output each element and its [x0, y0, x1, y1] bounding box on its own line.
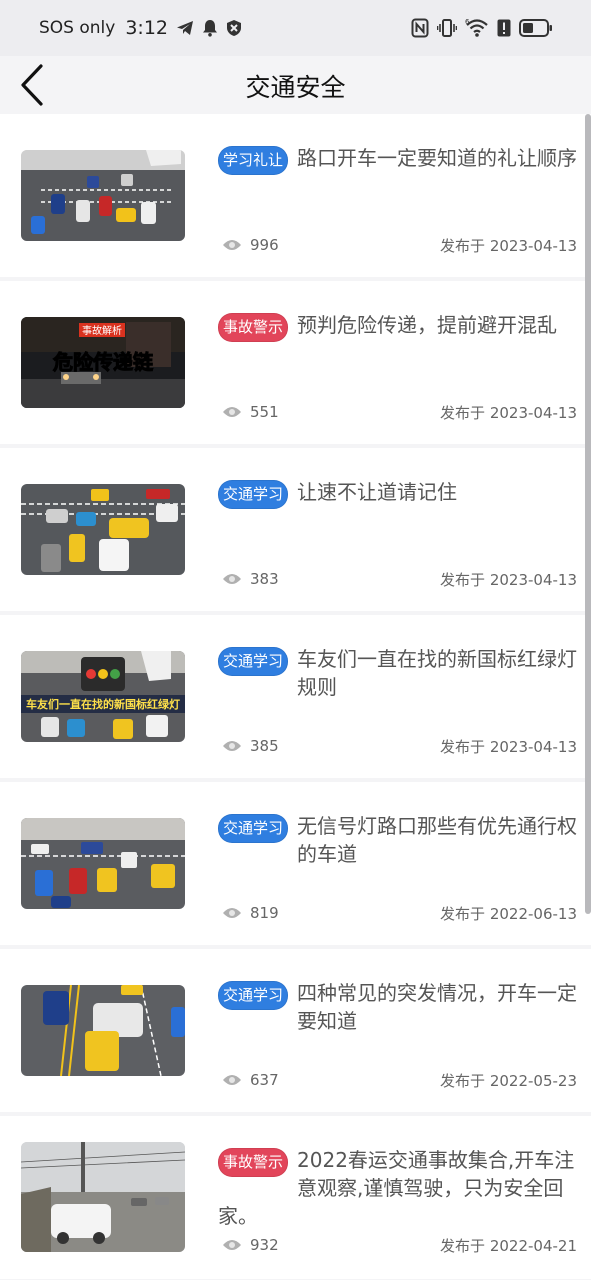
category-badge: 学习礼让	[218, 146, 289, 175]
article-thumbnail	[21, 1142, 185, 1252]
bell-icon	[202, 19, 218, 37]
telegram-icon	[176, 20, 194, 36]
category-badge: 交通学习	[218, 480, 289, 509]
category-badge: 交通学习	[218, 647, 289, 676]
category-badge: 交通学习	[218, 814, 289, 843]
eye-icon	[223, 1240, 241, 1250]
article-meta: 383 发布于 2023-04-13	[222, 567, 577, 591]
article-meta: 932 发布于 2022-04-21	[222, 1233, 577, 1257]
carrier-text: SOS only	[39, 18, 116, 38]
article-meta: 637 发布于 2022-05-23	[222, 1068, 577, 1092]
eye-icon	[223, 407, 241, 417]
publish-date: 发布于 2023-04-13	[440, 403, 577, 422]
thumb-caption-main: 车友们一直在找的新国标红绿灯	[26, 697, 180, 711]
article-card[interactable]: 学习礼让 路口开车一定要知道的礼让顺序 996 发布于 2023-04-13	[0, 114, 591, 277]
publish-date: 发布于 2023-04-13	[440, 737, 577, 756]
view-count: 996	[250, 236, 279, 254]
page-title: 交通安全	[245, 73, 346, 102]
view-count: 932	[250, 1236, 279, 1254]
view-count: 385	[250, 737, 279, 755]
view-count: 551	[250, 403, 279, 421]
category-badge: 事故警示	[218, 313, 289, 342]
article-meta: 551 发布于 2023-04-13	[222, 400, 577, 424]
svg-text:6: 6	[465, 18, 470, 26]
shield-icon	[226, 19, 242, 37]
article-thumbnail	[21, 985, 185, 1076]
publish-date: 发布于 2022-04-21	[440, 1236, 577, 1255]
nav-bar: 交通安全	[0, 56, 591, 114]
article-card[interactable]: 交通学习 四种常见的突发情况，开车一定要知道 637 发布于 2022-05-2…	[0, 949, 591, 1112]
article-card[interactable]: 交通学习 让速不让道请记住 383 发布于 2023-04-13	[0, 448, 591, 611]
eye-icon	[223, 240, 241, 250]
publish-date: 发布于 2022-06-13	[440, 904, 577, 923]
status-bar: SOS only 3:12 6	[0, 0, 591, 56]
alert-icon	[497, 19, 511, 37]
view-count: 819	[250, 904, 279, 922]
eye-icon	[223, 741, 241, 751]
view-count: 383	[250, 570, 279, 588]
publish-date: 发布于 2023-04-13	[440, 236, 577, 255]
thumb-caption-main: 危险传递链	[53, 350, 154, 374]
eye-icon	[223, 574, 241, 584]
battery-icon	[519, 19, 553, 37]
article-card[interactable]: 交通学习 无信号灯路口那些有优先通行权的车道 819 发布于 2022-06-1…	[0, 782, 591, 945]
nfc-icon	[411, 18, 429, 38]
article-thumbnail	[21, 818, 185, 909]
article-thumbnail	[21, 484, 185, 575]
article-card[interactable]: 车友们一直在找的新国标红绿灯 交通学习 车友们一直在找的新国标红绿灯规则 385…	[0, 615, 591, 778]
article-meta: 819 发布于 2022-06-13	[222, 901, 577, 925]
view-count: 637	[250, 1071, 279, 1089]
article-meta: 385 发布于 2023-04-13	[222, 734, 577, 758]
eye-icon	[223, 1075, 241, 1085]
article-card[interactable]: 事故解析 危险传递链 事故警示 预判危险传递，提前避开混乱 551 发布于 20…	[0, 281, 591, 444]
category-badge: 交通学习	[218, 981, 289, 1010]
article-card[interactable]: 事故警示 2022春运交通事故集合,开车注意观察,谨慎驾驶，只为安全回家。 93…	[0, 1116, 591, 1279]
status-time: 3:12	[125, 17, 168, 39]
scrollbar[interactable]	[585, 114, 591, 914]
category-badge: 事故警示	[218, 1148, 289, 1177]
wifi-icon: 6	[465, 18, 489, 38]
article-thumbnail: 车友们一直在找的新国标红绿灯	[21, 651, 185, 742]
article-thumbnail: 事故解析 危险传递链	[21, 317, 185, 408]
article-meta: 996 发布于 2023-04-13	[222, 233, 577, 257]
publish-date: 发布于 2022-05-23	[440, 1071, 577, 1090]
vibrate-icon	[437, 18, 457, 38]
publish-date: 发布于 2023-04-13	[440, 570, 577, 589]
article-thumbnail	[21, 150, 185, 241]
thumb-caption-top: 事故解析	[82, 324, 122, 337]
eye-icon	[223, 908, 241, 918]
